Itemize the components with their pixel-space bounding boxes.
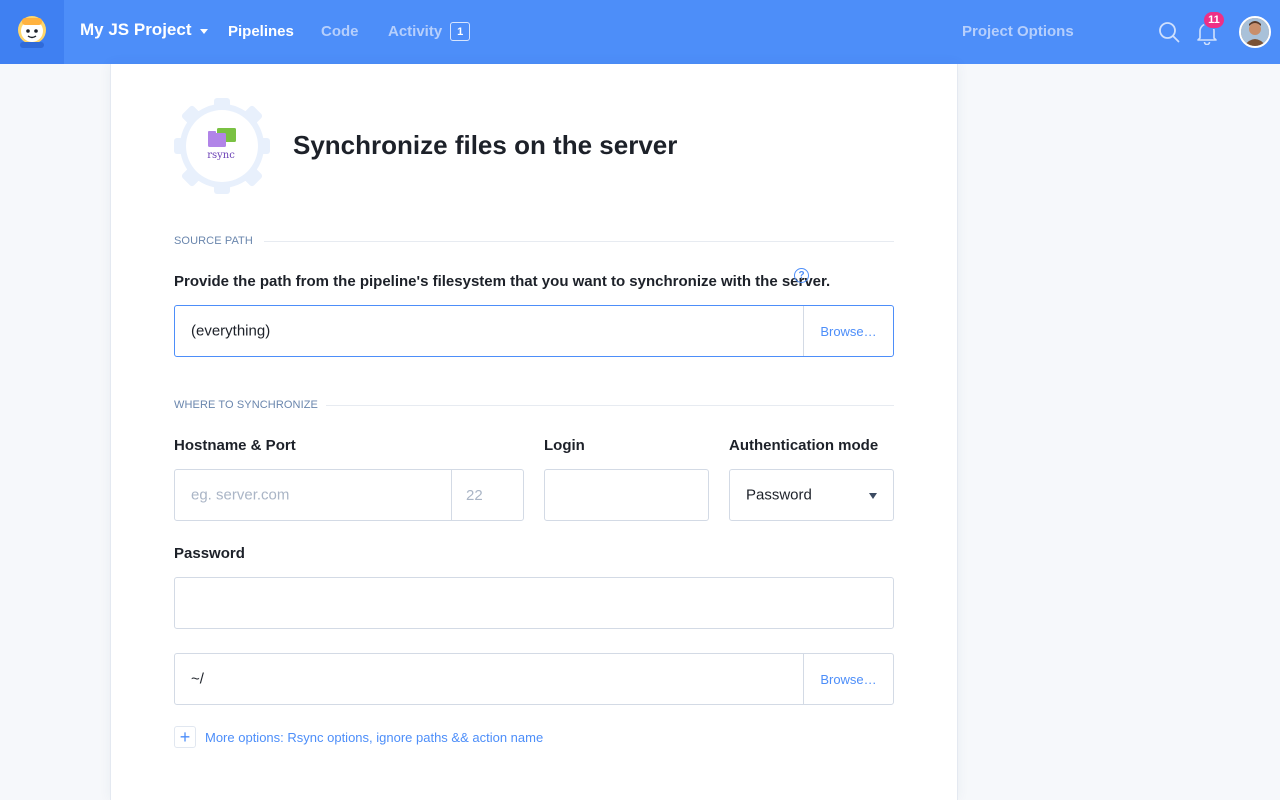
notifications-count-badge: 11: [1203, 11, 1225, 29]
section-divider: [326, 405, 894, 406]
port-input[interactable]: 22: [451, 470, 523, 520]
where-to-synchronize-section-label: WHERE TO SYNCHRONIZE: [174, 399, 318, 411]
authentication-mode-select[interactable]: Password: [729, 469, 894, 521]
remote-browse-button[interactable]: Browse…: [803, 654, 893, 704]
nav-activity[interactable]: Activity 1: [388, 22, 471, 41]
hostname-input[interactable]: eg. server.com 22: [174, 469, 524, 521]
page-title: Synchronize files on the server: [293, 130, 678, 160]
more-options-label: More options: Rsync options, ignore path…: [205, 729, 544, 745]
project-options-link[interactable]: Project Options: [962, 23, 1074, 40]
caret-down-icon: [869, 493, 877, 499]
password-label: Password: [174, 545, 245, 562]
source-path-input[interactable]: (everything) Browse…: [174, 305, 894, 357]
login-input[interactable]: [544, 469, 709, 521]
login-label: Login: [544, 437, 585, 454]
source-path-section-label: SOURCE PATH: [174, 235, 253, 247]
hostname-placeholder: eg. server.com: [191, 486, 290, 504]
top-navigation-bar: My JS Project Pipelines Code Activity 1 …: [0, 0, 1280, 64]
avatar-image: [1241, 18, 1269, 46]
nav-code[interactable]: Code: [321, 23, 359, 40]
authentication-mode-label: Authentication mode: [729, 437, 879, 454]
user-avatar[interactable]: [1239, 16, 1271, 48]
project-switcher[interactable]: My JS Project: [80, 20, 208, 40]
more-options-toggle[interactable]: + More options: Rsync options, ignore pa…: [174, 726, 543, 748]
chevron-down-icon: [199, 29, 208, 34]
robot-logo-icon: [18, 16, 46, 48]
source-path-value: (everything): [191, 322, 271, 340]
project-name: My JS Project: [80, 20, 192, 39]
nav-activity-label: Activity: [388, 23, 443, 40]
section-divider: [264, 241, 894, 242]
nav-pipelines[interactable]: Pipelines: [228, 23, 294, 40]
source-browse-button[interactable]: Browse…: [803, 306, 893, 356]
help-icon[interactable]: ?: [794, 268, 809, 283]
source-path-field-label: Provide the path from the pipeline's fil…: [174, 273, 831, 290]
activity-count-badge: 1: [450, 22, 471, 41]
plus-icon: +: [174, 726, 196, 748]
search-icon[interactable]: [1158, 21, 1180, 43]
rsync-icon-label: rsync: [207, 150, 235, 161]
rsync-action-icon: rsync: [174, 98, 270, 194]
logo[interactable]: [0, 0, 64, 64]
remote-path-value: ~/: [191, 670, 204, 688]
password-input[interactable]: [174, 577, 894, 629]
remote-path-input[interactable]: ~/ Browse…: [174, 653, 894, 705]
hostname-port-label: Hostname & Port: [174, 437, 296, 454]
authentication-mode-value: Password: [746, 486, 812, 504]
